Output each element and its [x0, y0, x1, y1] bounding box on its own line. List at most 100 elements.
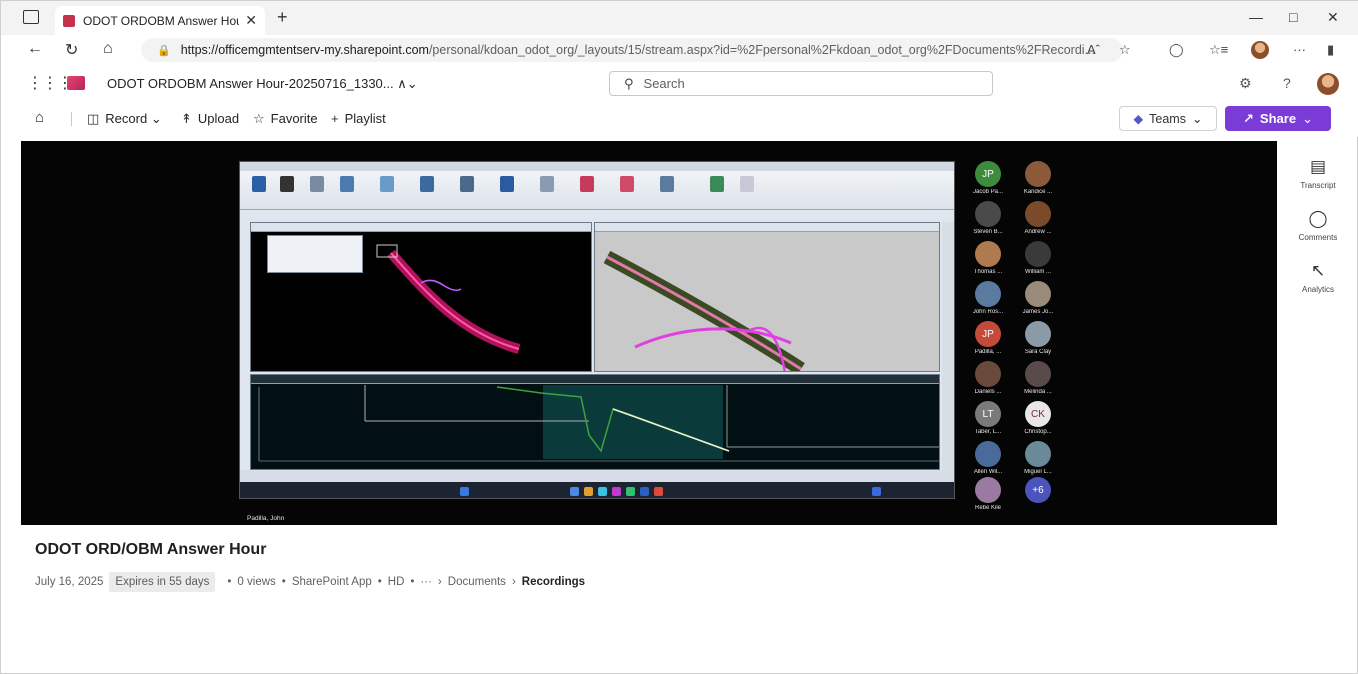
windows-taskbar: [240, 482, 954, 498]
breadcrumb-documents[interactable]: Documents: [448, 576, 506, 588]
edit-title-icon[interactable]: ∧⌄: [397, 76, 417, 91]
address-bar[interactable]: 🔒 https://officemgmtentserv-my.sharepoin…: [141, 38, 1123, 62]
cad-title-bar: [240, 162, 954, 171]
app-launcher-icon[interactable]: ⋮⋮⋮: [27, 73, 73, 93]
participant-avatar: [975, 281, 1001, 307]
ribbon-tool-icon: [310, 176, 324, 192]
tab-actions-icon[interactable]: [23, 10, 39, 24]
favorite-button[interactable]: ☆ Favorite: [253, 111, 318, 127]
favorites-bar-icon[interactable]: ☆≡: [1209, 42, 1228, 58]
speaker-label: Padilla, John: [247, 515, 285, 522]
participant-avatar: [975, 441, 1001, 467]
upload-button[interactable]: ↟ Upload: [181, 111, 239, 127]
expiration-badge[interactable]: Expires in 55 days: [109, 572, 216, 592]
ribbon-tool-icon: [540, 176, 554, 192]
divider: [71, 112, 72, 126]
participant-overflow: +6: [1015, 477, 1061, 503]
profile-avatar[interactable]: [1251, 41, 1269, 59]
help-button[interactable]: ?: [1283, 75, 1291, 91]
view-count: 0 views: [237, 576, 276, 588]
participant-avatar: [1025, 321, 1051, 347]
record-button[interactable]: ◫ Record ⌄: [87, 111, 162, 127]
participant-tile: John Ros...: [965, 281, 1011, 315]
participant-tile: Kandice ...: [1015, 161, 1061, 195]
shared-screen-content: [239, 161, 955, 499]
ribbon-tool-icon: [340, 176, 354, 192]
breadcrumb-more[interactable]: ···: [420, 576, 432, 588]
ribbon-tool-icon: [280, 176, 294, 192]
participant-avatar: CK: [1025, 401, 1051, 427]
command-bar: ⌂ ◫ Record ⌄ ↟ Upload ☆ Favorite + Playlist …: [1, 101, 1358, 137]
chevron-down-icon: ⌄: [1191, 112, 1203, 126]
ribbon-tool-icon: [460, 176, 474, 192]
transcript-button[interactable]: ▤ Transcript: [1291, 157, 1345, 190]
tab-close-icon[interactable]: ✕: [245, 12, 257, 29]
back-icon[interactable]: ←: [27, 40, 43, 58]
participant-avatar: JP: [975, 321, 1001, 347]
sidebar-toggle-icon[interactable]: ▮: [1327, 42, 1334, 58]
video-title: ODOT ORD/OBM Answer Hour: [35, 541, 267, 558]
profile-graphic: [258, 385, 939, 462]
analytics-button[interactable]: ↖ Analytics: [1291, 261, 1345, 294]
participant-gallery: JP Jacob Pa... Kandice ... Steven B... An…: [965, 161, 1065, 511]
ribbon-tool-icon: [740, 176, 754, 192]
minimize-icon[interactable]: —: [1249, 9, 1263, 25]
participant-tile: William ...: [1015, 241, 1061, 275]
share-icon: ↗: [1243, 110, 1254, 126]
video-player[interactable]: JP Jacob Pa... Kandice ... Steven B... An…: [21, 141, 1277, 525]
cad-ribbon: [240, 162, 954, 210]
document-title[interactable]: ODOT ORDOBM Answer Hour-20250716_1330...…: [107, 76, 418, 92]
read-aloud-icon[interactable]: Aˆ: [1087, 42, 1100, 57]
taskbar-app-icon: [640, 487, 649, 496]
ribbon-tool-icon: [660, 176, 674, 192]
home-icon[interactable]: ⌂: [103, 40, 113, 58]
search-placeholder: Search: [643, 76, 685, 91]
close-window-icon[interactable]: ✕: [1327, 9, 1339, 26]
stream-logo-icon[interactable]: [67, 76, 85, 90]
start-icon: [460, 487, 469, 496]
participant-avatar: [975, 201, 1001, 227]
copilot-icon[interactable]: ◯: [1169, 42, 1184, 58]
share-button[interactable]: ↗ Share ⌄: [1225, 106, 1331, 131]
participant-tile: Daniels ...: [965, 361, 1011, 395]
lock-icon: 🔒: [157, 44, 171, 57]
taskbar-tray-icon: [872, 487, 881, 496]
participant-avatar: [975, 477, 1001, 503]
participant-tile: Steven B...: [965, 201, 1011, 235]
ribbon-tool-icon: [580, 176, 594, 192]
restore-icon[interactable]: □: [1289, 9, 1297, 25]
comments-button[interactable]: ◯ Comments: [1291, 209, 1345, 242]
breadcrumb-recordings[interactable]: Recordings: [522, 576, 585, 588]
search-box[interactable]: ⚲ Search: [609, 71, 993, 96]
participant-avatar: [1025, 241, 1051, 267]
user-avatar[interactable]: [1317, 73, 1339, 95]
url-path: /personal/kdoan_odot_org/_layouts/15/str…: [428, 43, 1095, 57]
3d-view: [594, 222, 940, 372]
participant-avatar: [1025, 441, 1051, 467]
participant-tile: CK Christop...: [1015, 401, 1061, 435]
more-menu-icon[interactable]: ···: [1293, 42, 1306, 57]
recording-date: July 16, 2025: [35, 576, 104, 588]
plan-view: [250, 222, 592, 372]
settings-gear-icon[interactable]: ⚙: [1239, 75, 1252, 92]
refresh-icon[interactable]: ↻: [65, 40, 78, 60]
participant-tile: Andrew ...: [1015, 201, 1061, 235]
browser-tab[interactable]: ODOT ORDOBM Answer Hour-20 ✕: [55, 6, 265, 35]
participant-tile: Rebe Kile: [965, 477, 1011, 511]
app-header: ⋮⋮⋮ ODOT ORDOBM Answer Hour-20250716_133…: [1, 65, 1358, 101]
new-tab-button[interactable]: +: [277, 7, 288, 28]
teams-button[interactable]: ◆ Teams ⌄: [1119, 106, 1217, 131]
participant-avatar: [975, 241, 1001, 267]
participant-tile: Miguel L...: [1015, 441, 1061, 475]
favorite-star-icon[interactable]: ☆: [1119, 42, 1131, 58]
plus-icon: +: [331, 111, 339, 126]
participant-avatar: [1025, 201, 1051, 227]
playlist-button[interactable]: + Playlist: [331, 111, 386, 126]
taskbar-app-icon: [584, 487, 593, 496]
record-icon: ◫: [87, 111, 100, 126]
upload-icon: ↟: [181, 111, 192, 126]
tab-strip: ODOT ORDOBM Answer Hour-20 ✕ + — □ ✕: [1, 1, 1358, 35]
home-nav-icon[interactable]: ⌂: [35, 109, 44, 126]
ribbon-tool-icon: [380, 176, 394, 192]
ribbon-tool-icon: [620, 176, 634, 192]
